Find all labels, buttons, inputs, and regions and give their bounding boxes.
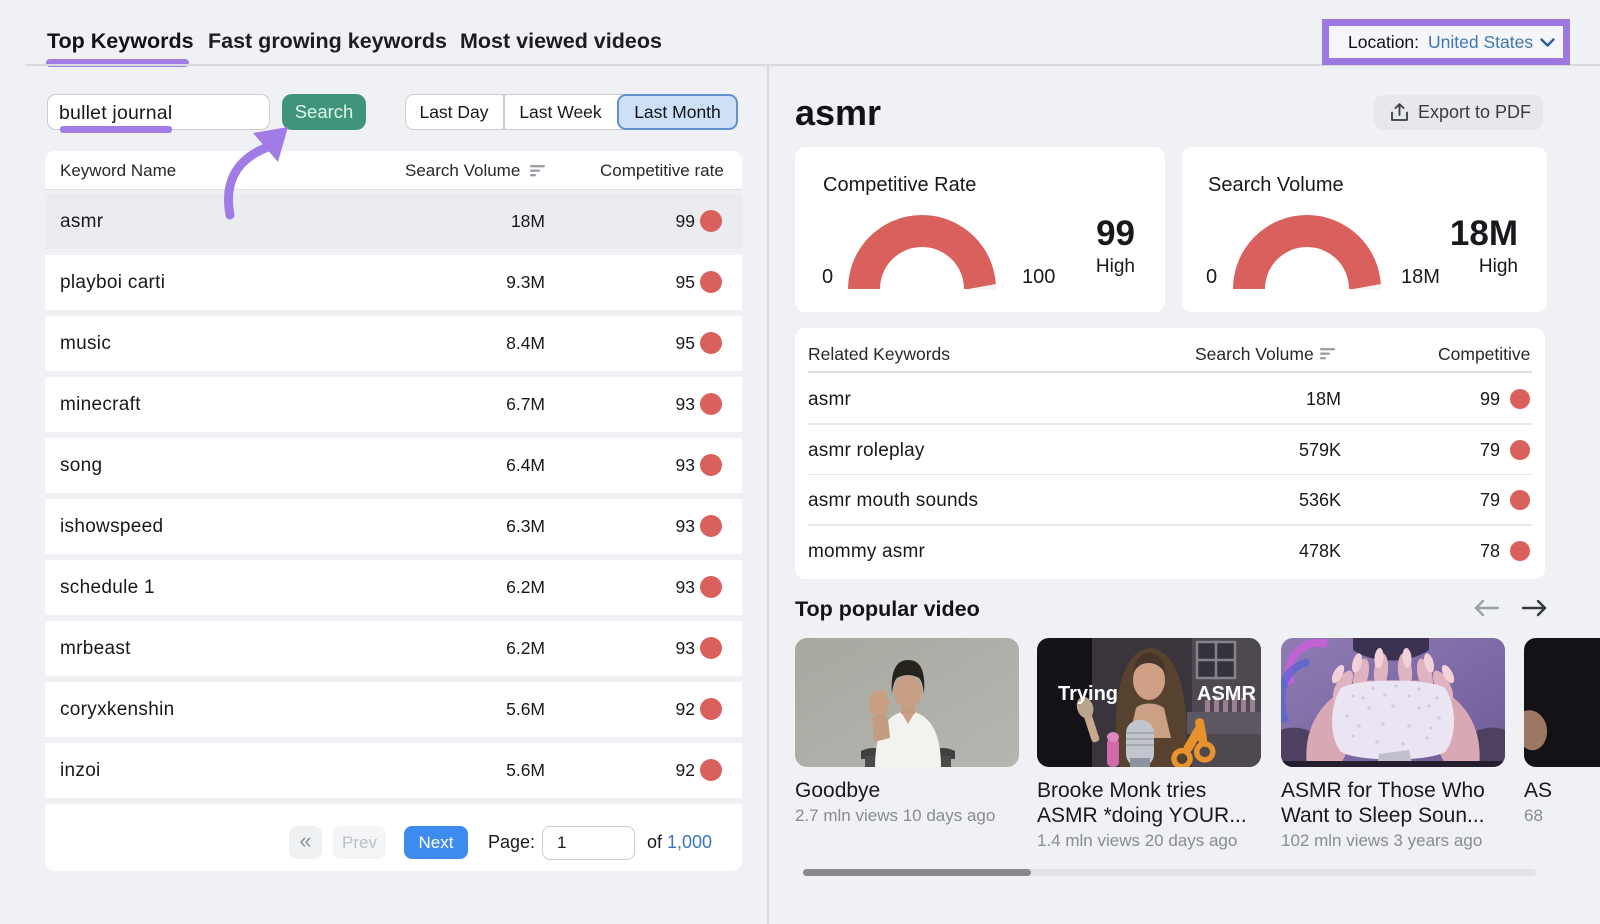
svg-text:Trying: Trying	[1058, 683, 1118, 705]
svg-text:ASMR: ASMR	[1197, 683, 1256, 705]
